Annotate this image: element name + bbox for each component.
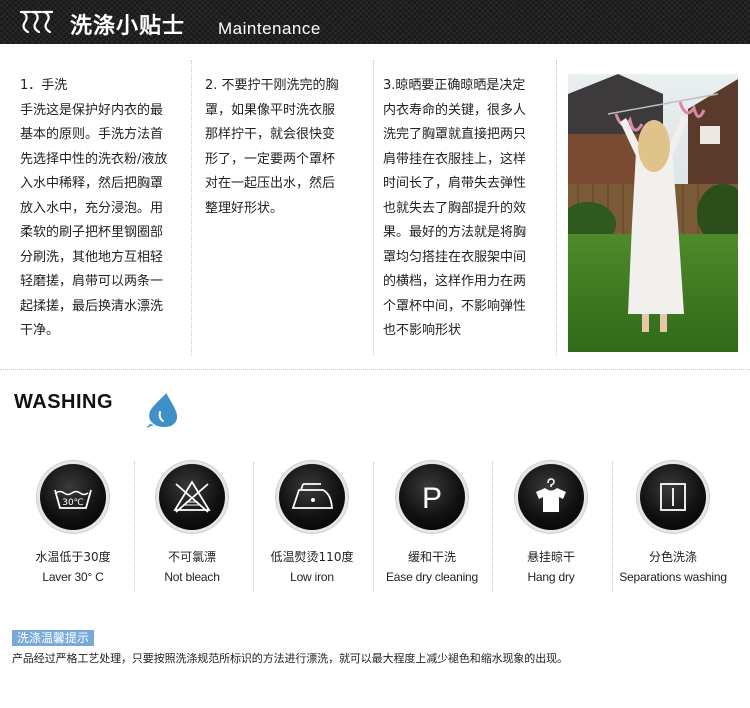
care-label-en: Not bleach — [164, 570, 220, 584]
tip-line: 柔软的刷子把杯里钢圈部 — [20, 225, 164, 240]
care-label-zh: 分色洗涤 — [648, 550, 697, 564]
tip-line: 肩带挂在衣服挂上，这样 — [383, 151, 527, 167]
tip-line: 罩均匀搭挂在衣服架中间 — [383, 249, 527, 265]
care-item-no-bleach: 不可氯漂 Not bleach — [133, 462, 251, 602]
dry-clean-letter: P — [422, 482, 442, 515]
tip-line: 入水中稀释，然后把胸罩 — [20, 176, 164, 191]
tip-line: 手洗这是保护好内衣的最 — [20, 102, 164, 118]
tip-line: 放入水中，充分浸泡。用 — [20, 200, 164, 216]
wash-30-icon: 30℃ — [40, 464, 106, 530]
tip-line: 也不影响形状 — [383, 323, 462, 338]
tip-line: 起揉搓，最后换清水漂洗 — [20, 298, 164, 314]
tip-line: 2. 不要拧干刚洗完的胸 — [205, 78, 339, 93]
hang-dry-icon — [518, 464, 584, 530]
wash-temp-text: 30℃ — [62, 498, 84, 508]
care-item-dry-clean: P 缓和干洗 Ease dry cleaning — [373, 462, 491, 602]
care-divider — [612, 462, 613, 592]
care-label-en: Laver 30° C — [42, 570, 104, 584]
tip-line: 1．手洗 — [20, 78, 68, 93]
triple-wave-logo-icon — [20, 10, 54, 34]
column-divider — [556, 60, 557, 356]
laundry-photo — [568, 74, 738, 352]
tip-line: 果。最好的方法就是将胸 — [383, 225, 527, 240]
tip-line: 内衣寿命的关键，很多人 — [383, 102, 527, 118]
tip-line: 形了，一定要两个罩杯 — [205, 151, 336, 167]
tip-line: 3.晾晒要正确晾晒是决定 — [383, 78, 526, 93]
tip-line: 整理好形状。 — [205, 200, 284, 216]
care-label-zh: 缓和干洗 — [407, 550, 456, 564]
care-label-zh: 悬挂晾干 — [526, 550, 575, 564]
low-iron-icon — [279, 464, 345, 530]
care-item-hang-dry: 悬挂晾干 Hang dry — [492, 462, 610, 602]
section-subtitle: Maintenance — [218, 19, 321, 38]
tip-drying: 3.晾晒要正确晾晒是决定 内衣寿命的关键，很多人 洗完了胸罩就直接把两只 肩带挂… — [383, 74, 543, 344]
tip-line: 先选择中性的洗衣粉/液放 — [20, 151, 168, 167]
care-label-zh: 低温熨烫110度 — [270, 550, 354, 564]
tip-line: 也就失去了胸部提升的效 — [383, 200, 527, 216]
section-title: 洗涤小贴士 — [70, 14, 186, 39]
tip-line: 的横档，这样作用力在两 — [383, 274, 527, 289]
care-label-en: Ease dry cleaning — [386, 570, 478, 584]
care-item-wash-30: 30℃ 水温低于30度 Laver 30° C — [14, 462, 132, 602]
tip-line: 罩，如果像平时洗衣服 — [205, 102, 336, 118]
care-item-low-iron: 低温熨烫110度 Low iron — [253, 462, 371, 602]
tip-line: 时间长了，肩带失去弹性 — [383, 176, 527, 191]
tip-no-wring: 2. 不要拧干刚洗完的胸 罩，如果像平时洗衣服 那样拧干，就会很快变 形了，一定… — [205, 74, 357, 221]
care-label-zh: 水温低于30度 — [35, 550, 111, 564]
woman-hanging-laundry-illustration — [568, 74, 738, 352]
column-divider — [191, 60, 192, 356]
header-bar: 洗涤小贴士 Maintenance — [0, 0, 750, 44]
section-divider — [0, 369, 750, 370]
tip-hand-wash: 1．手洗 手洗这是保护好内衣的最 基本的原则。手洗方法首 先选择中性的洗衣粉/液… — [20, 74, 182, 344]
tip-line: 分刷洗，其他地方互相轻 — [20, 249, 164, 265]
tip-line: 对在一起压出水，然后 — [205, 176, 336, 191]
washing-title: WASHING — [14, 391, 114, 413]
dry-clean-p-icon: P — [399, 464, 465, 530]
care-label-en: Low iron — [290, 570, 334, 584]
tip-line: 个罩杯中间，不影响弹性 — [383, 298, 527, 314]
tip-line: 基本的原则。手洗方法首 — [20, 127, 164, 142]
notice-text: 产品经过严格工艺处理，只要按照洗涤规范所标识的方法进行漂洗，就可以最大程度上减少… — [12, 652, 568, 665]
care-item-separate-wash: 分色洗涤 Separations washing — [614, 462, 732, 602]
tip-line: 轻磨搓，肩带可以两条一 — [20, 274, 164, 289]
notice-label: 洗涤温馨提示 — [12, 630, 95, 646]
tip-line: 干净。 — [20, 323, 60, 338]
column-divider — [373, 60, 374, 356]
no-bleach-icon — [159, 464, 225, 530]
care-label-zh: 不可氯漂 — [167, 550, 216, 564]
care-label-en: Separations washing — [619, 570, 727, 584]
separate-wash-icon — [640, 464, 706, 530]
water-drop-icon — [146, 393, 178, 428]
care-label-en: Hang dry — [527, 570, 575, 584]
tip-line: 那样拧干，就会很快变 — [205, 127, 336, 142]
tip-line: 洗完了胸罩就直接把两只 — [383, 127, 527, 142]
